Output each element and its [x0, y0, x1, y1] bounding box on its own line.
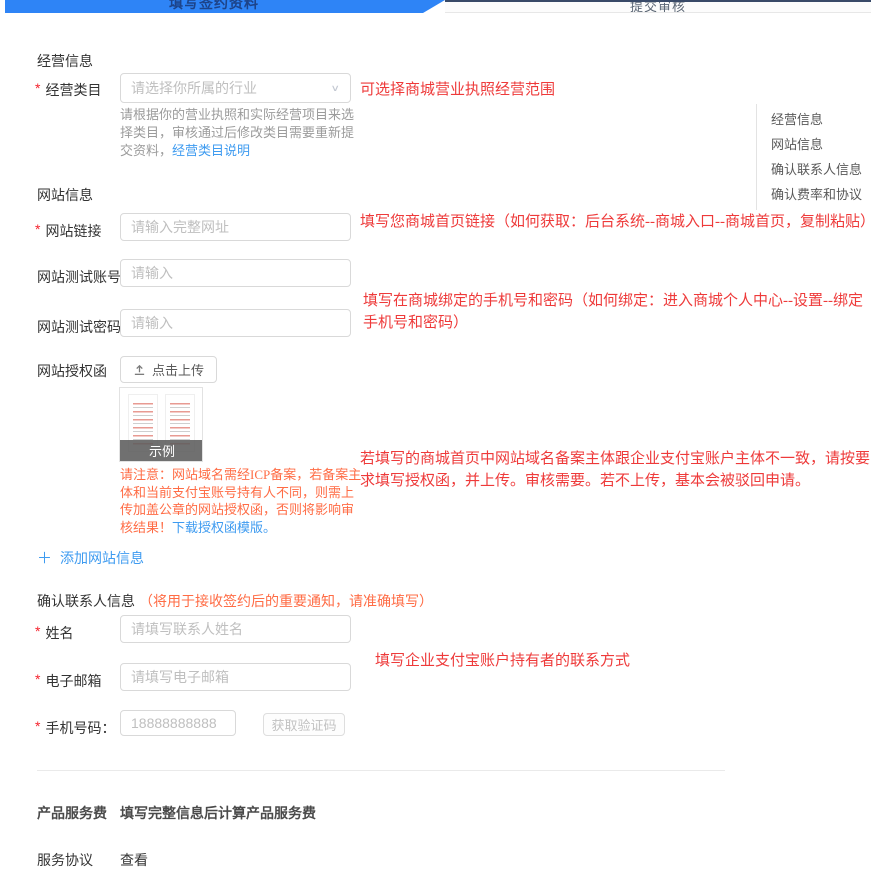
test-password-input[interactable]: [120, 309, 351, 337]
test-account-input[interactable]: [120, 259, 351, 287]
category-select-placeholder: 请选择你所属的行业: [131, 78, 257, 98]
required-asterisk: *: [35, 221, 40, 241]
anchor-nav-rate-agreement[interactable]: 确认费率和协议: [771, 182, 862, 207]
plus-icon: ＋: [37, 547, 52, 568]
service-agreement-view-link[interactable]: 查看: [120, 850, 148, 869]
annotation-contact: 填写企业支付宝账户持有者的联系方式: [375, 650, 630, 672]
upload-button-label: 点击上传: [152, 360, 204, 379]
anchor-nav: 经营信息 网站信息 确认联系人信息 确认费率和协议: [756, 104, 862, 210]
add-website-info-label: 添加网站信息: [60, 548, 144, 568]
field-label-test-account: 网站测试账号: [37, 267, 121, 287]
annotation-site-url: 填写您商城首页链接（如何获取：后台系统--商城入口--商城首页，复制粘贴）: [360, 211, 868, 233]
section-heading-contact: 确认联系人信息 （将用于接收签约后的重要通知，请准确填写）: [37, 591, 433, 612]
contact-email-input[interactable]: [120, 663, 351, 691]
contact-name-input[interactable]: [120, 615, 351, 643]
sample-badge: 示例: [119, 440, 203, 461]
category-help-text: 请根据你的营业执照和实际经营项目来选择类目，审核通过后修改类目需要重新提交资料，…: [120, 106, 358, 160]
section-heading-business: 经营信息: [37, 51, 93, 71]
field-label-site-url: * 网站链接: [35, 221, 101, 241]
tab-submit-review-label: 提交审核: [445, 0, 871, 13]
required-asterisk: *: [35, 718, 40, 738]
annotation-test-account: 填写在商城绑定的手机号和密码（如何绑定：进入商城个人中心--设置--绑定手机号和…: [363, 290, 871, 334]
field-label-email: * 电子邮箱: [35, 671, 101, 691]
anchor-nav-business-info[interactable]: 经营信息: [771, 107, 862, 132]
anchor-nav-contact-info[interactable]: 确认联系人信息: [771, 157, 862, 182]
required-asterisk: *: [35, 80, 40, 100]
field-label-test-password: 网站测试密码: [37, 317, 121, 337]
tab-fill-contract-info[interactable]: 填写签约资料: [5, 0, 445, 13]
anchor-nav-website-info[interactable]: 网站信息: [771, 132, 862, 157]
download-template-link[interactable]: 下载授权函模版。: [172, 520, 276, 535]
annotation-category: 可选择商城营业执照经营范围: [360, 79, 555, 101]
category-select[interactable]: 请选择你所属的行业 ∨: [120, 73, 351, 103]
category-help-link[interactable]: 经营类目说明: [172, 143, 250, 158]
chevron-down-icon: ∨: [330, 82, 340, 93]
add-website-info-link[interactable]: ＋ 添加网站信息: [37, 547, 144, 568]
tab-fill-contract-info-label: 填写签约资料: [5, 0, 423, 13]
contact-phone-input[interactable]: [120, 710, 236, 736]
required-asterisk: *: [35, 623, 40, 643]
get-sms-code-button[interactable]: 获取验证码: [263, 713, 345, 736]
divider: [37, 770, 725, 771]
field-label-authorization-letter: 网站授权函: [37, 361, 107, 381]
service-fee-value: 填写完整信息后计算产品服务费: [120, 803, 316, 823]
field-label-phone: * 手机号码：: [35, 718, 115, 738]
section-heading-website: 网站信息: [37, 185, 93, 205]
tab-submit-review[interactable]: 提交审核: [445, 0, 871, 13]
field-label-name: * 姓名: [35, 623, 73, 643]
required-asterisk: *: [35, 671, 40, 691]
field-label-category: * 经营类目: [35, 80, 101, 100]
upload-button[interactable]: 点击上传: [120, 356, 217, 383]
contact-heading-note: （将用于接收签约后的重要通知，请准确填写）: [139, 594, 433, 612]
annotation-authorization: 若填写的商城首页中网站域名备案主体跟企业支付宝账户主体不一致，请按要求填写授权函…: [360, 448, 870, 492]
upload-icon: [133, 363, 146, 376]
site-url-input[interactable]: [120, 213, 351, 241]
service-agreement-label: 服务协议: [37, 850, 93, 869]
service-fee-label: 产品服务费: [37, 803, 107, 823]
authorization-sample-thumbnail[interactable]: 示例: [119, 387, 203, 462]
authorization-warning: 请注意：网站域名需经ICP备案，若备案主体和当前支付宝账号持有人不同，则需上传加…: [120, 466, 364, 536]
signup-form-page: 填写签约资料 提交审核 经营信息 网站信息 确认联系人信息 确认费率和协议 经营…: [0, 0, 871, 869]
